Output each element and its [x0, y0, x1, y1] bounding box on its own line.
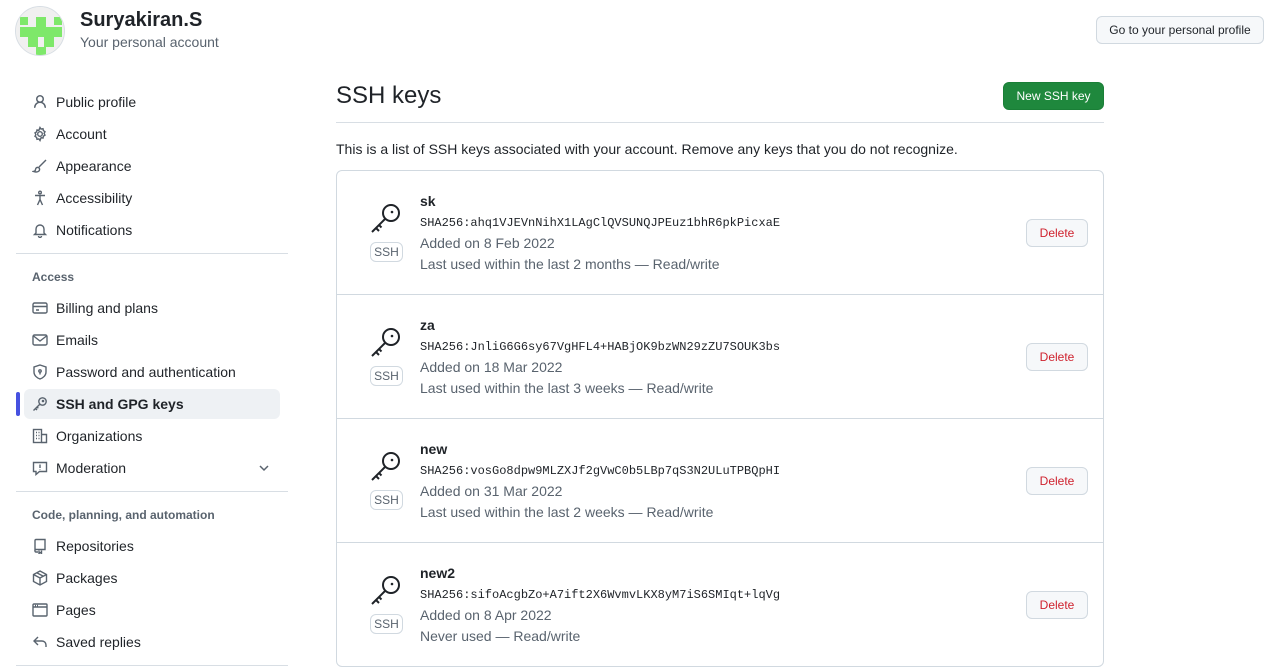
ssh-key-row: SSH sk SHA256:ahq1VJEVnNihX1LAgClQVSUNQJ…	[337, 171, 1103, 295]
key-added-date: Added on 31 Mar 2022	[420, 483, 563, 499]
sidebar-item-repositories[interactable]: Repositories	[24, 531, 280, 561]
sidebar-divider	[16, 665, 288, 666]
key-added-date: Added on 18 Mar 2022	[420, 359, 563, 375]
active-indicator	[16, 392, 20, 416]
ssh-key-row: SSH new SHA256:vosGo8dpw9MLZXJf2gVwC0b5L…	[337, 419, 1103, 543]
key-fingerprint: SHA256:ahq1VJEVnNihX1LAgClQVSUNQJPEuz1bh…	[420, 216, 781, 230]
sidebar-item-saved-replies[interactable]: Saved replies	[24, 627, 280, 657]
gear-icon	[32, 126, 48, 142]
identicon-icon	[16, 7, 64, 55]
sidebar-item-public-profile[interactable]: Public profile	[24, 87, 280, 117]
sidebar-item-ssh-gpg-keys[interactable]: SSH and GPG keys	[24, 389, 280, 419]
accessibility-icon	[32, 190, 48, 206]
key-icon	[371, 576, 400, 605]
sidebar-item-moderation[interactable]: Moderation	[24, 453, 280, 483]
ssh-keys-list: SSH sk SHA256:ahq1VJEVnNihX1LAgClQVSUNQJ…	[336, 170, 1104, 667]
credit-card-icon	[32, 300, 48, 316]
browser-icon	[32, 602, 48, 618]
account-type-label: Your personal account	[80, 34, 219, 50]
key-icon	[32, 396, 48, 412]
sidebar-item-billing[interactable]: Billing and plans	[24, 293, 280, 323]
sidebar-heading-access: Access	[32, 270, 75, 284]
sidebar-item-appearance[interactable]: Appearance	[24, 151, 280, 181]
sidebar-item-label: Repositories	[56, 538, 134, 554]
go-to-profile-button[interactable]: Go to your personal profile	[1096, 16, 1264, 44]
key-icon	[371, 452, 400, 481]
package-icon	[32, 570, 48, 586]
delete-key-button[interactable]: Delete	[1026, 591, 1088, 619]
key-icon	[371, 204, 400, 233]
repo-icon	[32, 538, 48, 554]
delete-key-button[interactable]: Delete	[1026, 219, 1088, 247]
report-icon	[32, 460, 48, 476]
new-ssh-key-button[interactable]: New SSH key	[1003, 82, 1104, 110]
sidebar-item-label: Accessibility	[56, 190, 133, 206]
ssh-badge: SSH	[370, 490, 403, 510]
sidebar-item-label: Pages	[56, 602, 96, 618]
page-title: SSH keys	[336, 82, 442, 109]
page-description: This is a list of SSH keys associated wi…	[336, 141, 958, 157]
key-icon	[371, 328, 400, 357]
sidebar-item-label: Public profile	[56, 94, 137, 110]
sidebar-item-label: Account	[56, 126, 107, 142]
mail-icon	[32, 332, 48, 348]
key-title: new	[420, 441, 448, 457]
sidebar-item-organizations[interactable]: Organizations	[24, 421, 280, 451]
sidebar-item-label: Notifications	[56, 222, 133, 238]
sidebar-item-label: Password and authentication	[56, 364, 236, 380]
sidebar-divider	[16, 491, 288, 492]
key-last-used: Last used within the last 2 months — Rea…	[420, 256, 720, 272]
ssh-badge: SSH	[370, 242, 403, 262]
sidebar-item-label: Packages	[56, 570, 118, 586]
delete-key-button[interactable]: Delete	[1026, 343, 1088, 371]
sidebar-item-password-auth[interactable]: Password and authentication	[24, 357, 280, 387]
chevron-down-icon[interactable]	[258, 462, 270, 474]
sidebar-item-account[interactable]: Account	[24, 119, 280, 149]
key-title: sk	[420, 193, 436, 209]
key-last-used: Last used within the last 3 weeks — Read…	[420, 380, 714, 396]
key-title: za	[420, 317, 435, 333]
person-icon	[32, 94, 48, 110]
key-fingerprint: SHA256:vosGo8dpw9MLZXJf2gVwC0b5LBp7qS3N2…	[420, 464, 781, 478]
ssh-key-row: SSH new2 SHA256:sifoAcgbZo+A7ift2X6WvmvL…	[337, 543, 1103, 667]
sidebar-item-pages[interactable]: Pages	[24, 595, 280, 625]
sidebar-item-packages[interactable]: Packages	[24, 563, 280, 593]
sidebar-item-accessibility[interactable]: Accessibility	[24, 183, 280, 213]
sidebar-divider	[16, 253, 288, 254]
paintbrush-icon	[32, 158, 48, 174]
sidebar-item-notifications[interactable]: Notifications	[24, 215, 280, 245]
ssh-badge: SSH	[370, 614, 403, 634]
sidebar-item-label: Emails	[56, 332, 99, 348]
sidebar-heading-code: Code, planning, and automation	[32, 508, 215, 522]
key-title: new2	[420, 565, 456, 581]
shield-lock-icon	[32, 364, 48, 380]
ssh-badge: SSH	[370, 366, 403, 386]
key-last-used: Never used — Read/write	[420, 628, 581, 644]
delete-key-button[interactable]: Delete	[1026, 467, 1088, 495]
sidebar-item-label: Moderation	[56, 460, 127, 476]
sidebar-item-label: Billing and plans	[56, 300, 158, 316]
key-fingerprint: SHA256:sifoAcgbZo+A7ift2X6WvmvLKX8yM7iS6…	[420, 588, 781, 602]
organization-icon	[32, 428, 48, 444]
title-divider	[336, 122, 1104, 123]
user-name[interactable]: Suryakiran.S	[80, 9, 202, 32]
sidebar-item-label: Saved replies	[56, 634, 141, 650]
avatar[interactable]	[15, 6, 65, 56]
key-fingerprint: SHA256:JnliG6G6sy67VgHFL4+HABjOK9bzWN29z…	[420, 340, 781, 354]
sidebar-item-label: Organizations	[56, 428, 143, 444]
key-added-date: Added on 8 Feb 2022	[420, 235, 555, 251]
sidebar-item-emails[interactable]: Emails	[24, 325, 280, 355]
sidebar-item-label: Appearance	[56, 158, 132, 174]
ssh-key-row: SSH za SHA256:JnliG6G6sy67VgHFL4+HABjOK9…	[337, 295, 1103, 419]
reply-icon	[32, 634, 48, 650]
key-added-date: Added on 8 Apr 2022	[420, 607, 552, 623]
sidebar-item-label: SSH and GPG keys	[56, 396, 184, 412]
bell-icon	[32, 222, 48, 238]
key-last-used: Last used within the last 2 weeks — Read…	[420, 504, 714, 520]
